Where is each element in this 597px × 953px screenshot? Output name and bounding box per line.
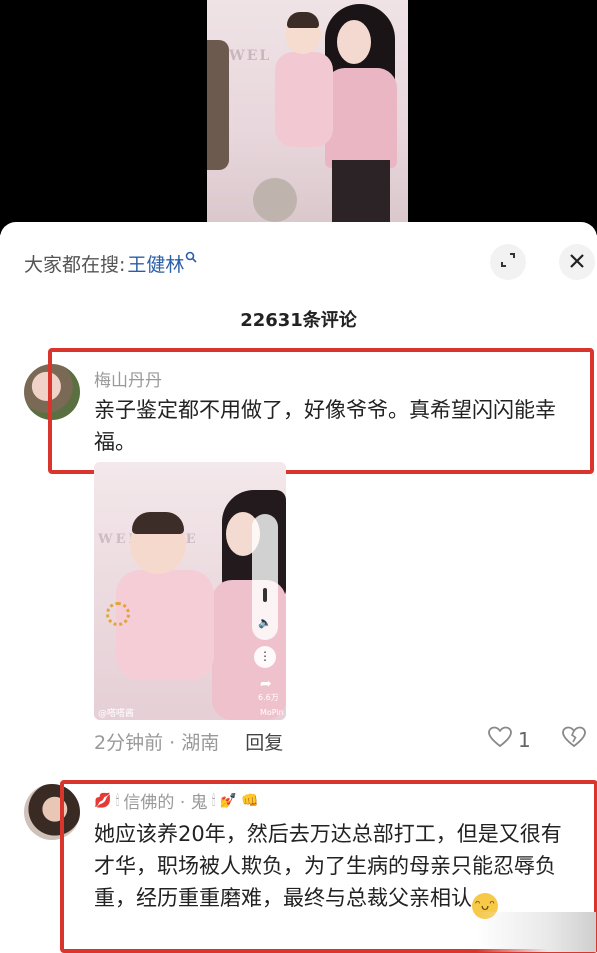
comment-image[interactable]: WELCOME 🔈 ⋮ ➦ 6.6万 @嗒嗒酱 MoPin (94, 462, 286, 720)
video-player[interactable]: WEL (0, 0, 597, 235)
search-suggestion-label: 大家都在搜: (24, 254, 126, 276)
image-baby-hair (132, 512, 184, 534)
video-woman-face (337, 20, 371, 64)
highlight-box (48, 348, 594, 474)
expand-icon (499, 251, 517, 273)
volume-icon: 🔈 (258, 616, 272, 629)
heart-icon (488, 726, 512, 754)
comment-count: 22631条评论 (240, 310, 357, 331)
image-logo: MoPin (260, 708, 284, 717)
dislike-button[interactable] (562, 726, 586, 754)
like-button[interactable]: 1 (488, 726, 531, 754)
video-baby-body (275, 52, 333, 147)
search-keyword-link[interactable]: 王健林 (127, 250, 184, 277)
volume-slider-knob (263, 588, 267, 602)
search-icon (185, 251, 197, 266)
comment-time-location: 2分钟前 · 湖南 (94, 732, 220, 754)
close-icon (569, 250, 585, 274)
close-button[interactable] (559, 244, 595, 280)
video-woman-body (325, 68, 397, 168)
reply-button[interactable]: 回复 (245, 728, 283, 755)
video-baby-hair (287, 12, 319, 28)
corner-overlay (476, 912, 596, 952)
share-count: 6.6万 (258, 693, 279, 702)
video-banner-letters: WEL (229, 48, 272, 64)
search-suggestion[interactable]: 大家都在搜: 王健林 (24, 250, 197, 277)
video-person-left (207, 40, 229, 170)
video-frame: WEL (207, 0, 408, 235)
image-bracelet (106, 602, 130, 626)
broken-heart-icon (562, 726, 586, 754)
more-icon: ⋮ (254, 646, 276, 668)
expand-button[interactable] (490, 244, 526, 280)
image-watermark: @嗒嗒酱 (98, 709, 135, 719)
comment-meta: 2分钟前 · 湖南 回复 (94, 728, 283, 755)
image-baby-body (116, 570, 214, 680)
share-icon: ➦ (260, 676, 272, 692)
comment-sheet: 大家都在搜: 王健林 22631条评论 梅山丹丹 亲子鉴定都不用做了，好像爷爷。… (0, 222, 597, 953)
video-teddy-bear (253, 178, 297, 222)
like-count: 1 (518, 728, 531, 752)
